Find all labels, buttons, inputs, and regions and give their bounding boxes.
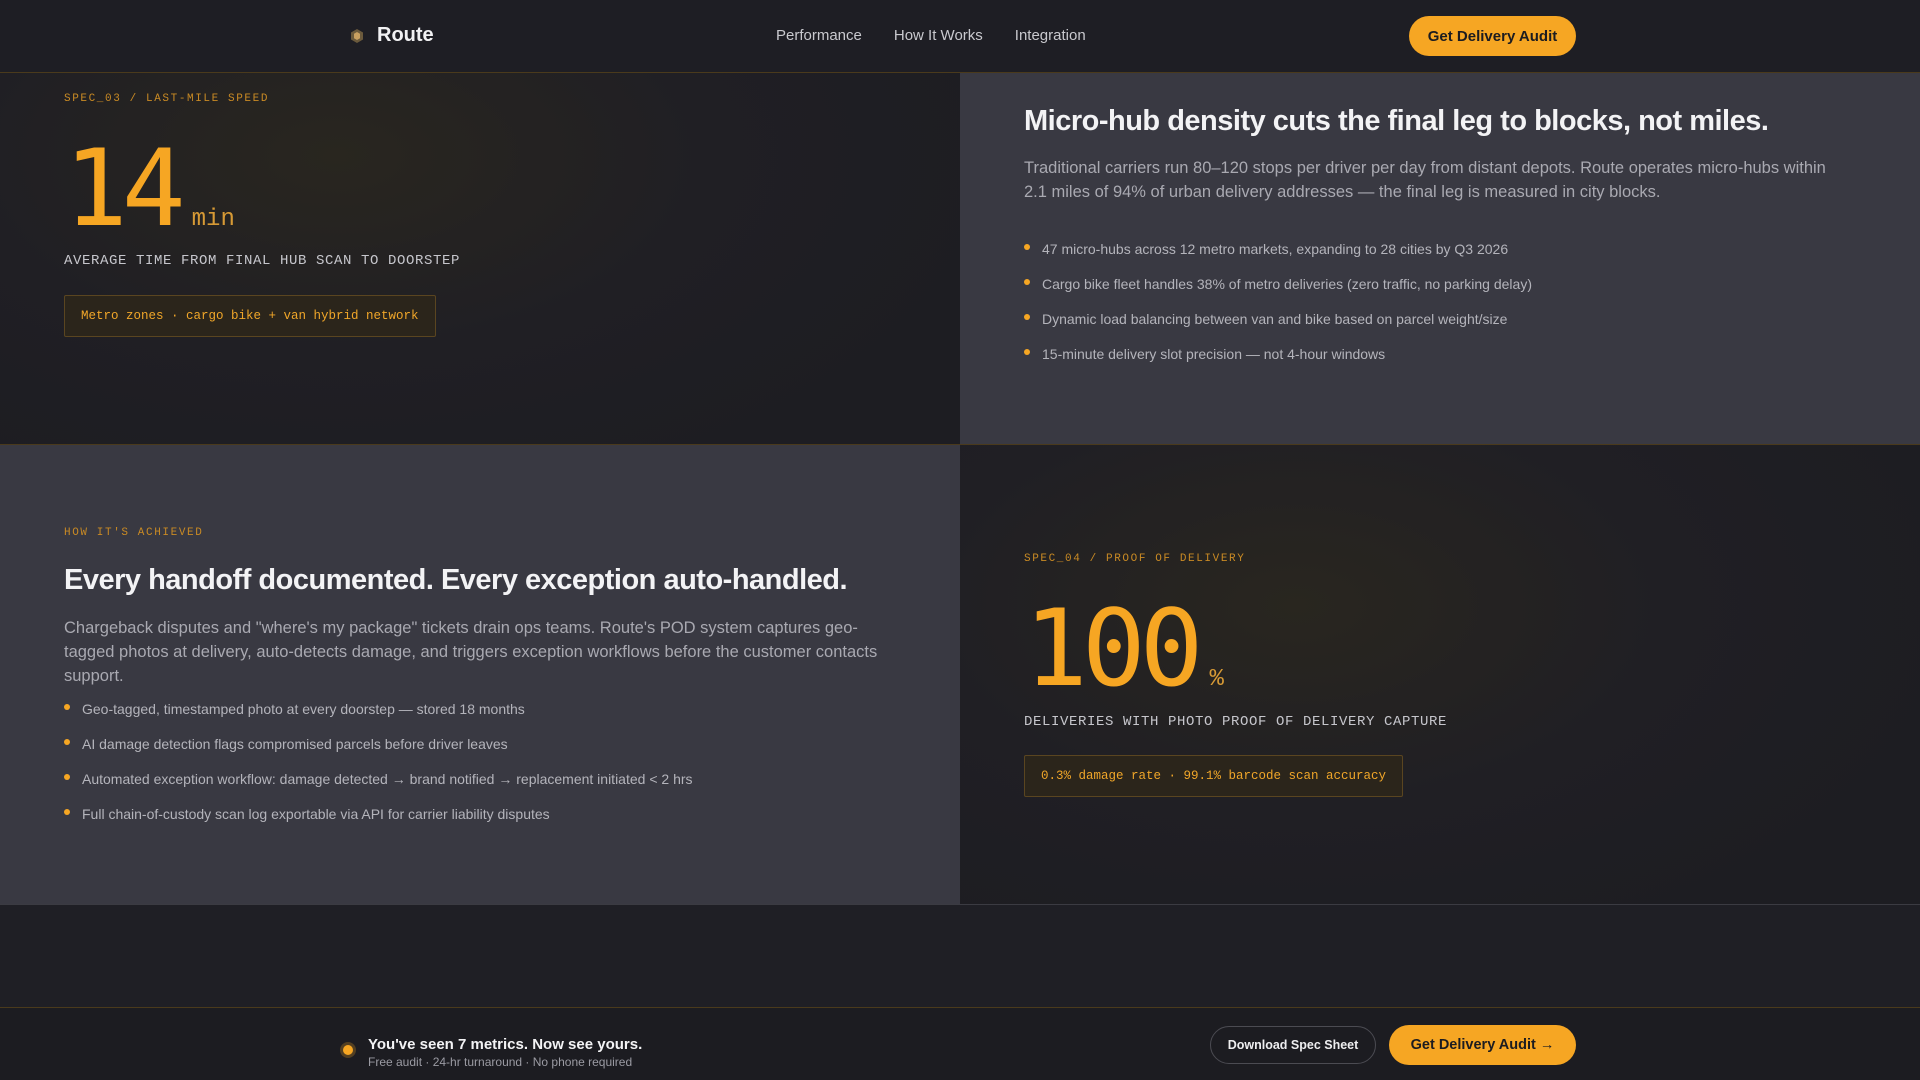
nav-links: Performance How It Works Integration [776, 27, 1086, 44]
list-item: 15-minute delivery slot precision — not … [1024, 345, 1532, 380]
row-divider [0, 904, 1920, 905]
handoff-paragraph: Chargeback disputes and "where's my pack… [64, 619, 878, 685]
nav-link-how-it-works[interactable]: How It Works [894, 27, 983, 44]
list-item: Geo-tagged, timestamped photo at every d… [64, 700, 693, 735]
list-item: Full chain-of-custody scan log exportabl… [64, 805, 693, 840]
nav-link-performance[interactable]: Performance [776, 27, 862, 44]
spec-03-metric: 14 min [64, 136, 235, 242]
brand[interactable]: Route [349, 24, 434, 47]
micro-hub-paragraph: Traditional carriers run 80–120 stops pe… [1024, 159, 1826, 201]
download-spec-sheet-button[interactable]: Download Spec Sheet [1210, 1026, 1376, 1064]
spec-04-unit: % [1209, 666, 1224, 693]
sticky-subtitle: Free audit · 24-hr turnaround · No phone… [368, 1055, 633, 1069]
list-item: Automated exception workflow: damage det… [64, 770, 693, 805]
handoff-heading: Every handoff documented. Every exceptio… [64, 564, 848, 596]
spec-04-panel: SPEC_04 / PROOF OF DELIVERY 100 % DELIVE… [960, 444, 1920, 904]
spec-03-unit: min [191, 206, 235, 233]
how-achieved-handoff-panel: HOW IT'S ACHIEVED Every handoff document… [0, 444, 960, 904]
spec-04-eyebrow: SPEC_04 / PROOF OF DELIVERY [1024, 553, 1246, 565]
brand-name: Route [377, 24, 434, 46]
list-item: Cargo bike fleet handles 38% of metro de… [1024, 275, 1532, 310]
spec-03-value: 14 [64, 127, 186, 250]
row-divider [0, 444, 1920, 445]
handoff-bullet-list: Geo-tagged, timestamped photo at every d… [64, 700, 693, 840]
micro-hub-heading: Micro-hub density cuts the final leg to … [1024, 105, 1769, 137]
list-item: 47 micro-hubs across 12 metro markets, e… [1024, 240, 1532, 275]
spec-04-metric: 100 % [1024, 596, 1224, 702]
get-delivery-audit-button[interactable]: Get Delivery Audit [1409, 16, 1576, 56]
nav-link-integration[interactable]: Integration [1015, 27, 1086, 44]
spec-03-description: AVERAGE TIME FROM FINAL HUB SCAN TO DOOR… [64, 253, 461, 269]
spec-03-eyebrow: SPEC_03 / LAST-MILE SPEED [64, 93, 270, 105]
list-item: Dynamic load balancing between van and b… [1024, 310, 1532, 345]
spec-04-value: 100 [1024, 587, 1203, 710]
list-item: AI damage detection flags compromised pa… [64, 735, 693, 770]
top-navbar: Route Performance How It Works Integrati… [0, 0, 1920, 73]
sticky-title: You've seen 7 metrics. Now see yours. [368, 1036, 643, 1053]
pulse-dot-icon [343, 1045, 353, 1055]
spec-04-tag: 0.3% damage rate · 99.1% barcode scan ac… [1024, 755, 1404, 797]
sticky-get-delivery-audit-button[interactable]: Get Delivery Audit → [1389, 1025, 1576, 1065]
sticky-cta-bar: You've seen 7 metrics. Now see yours. Fr… [0, 1007, 1920, 1080]
micro-hub-bullet-list: 47 micro-hubs across 12 metro markets, e… [1024, 240, 1532, 380]
page: SPEC_03 / LAST-MILE SPEED 14 min AVERAGE… [0, 0, 1920, 1080]
spec-03-tag: Metro zones · cargo bike + van hybrid ne… [64, 295, 436, 337]
hexagon-logo-icon [349, 28, 365, 44]
spec-04-description: DELIVERIES WITH PHOTO PROOF OF DELIVERY … [1024, 714, 1448, 730]
how-achieved-eyebrow: HOW IT'S ACHIEVED [64, 527, 204, 539]
